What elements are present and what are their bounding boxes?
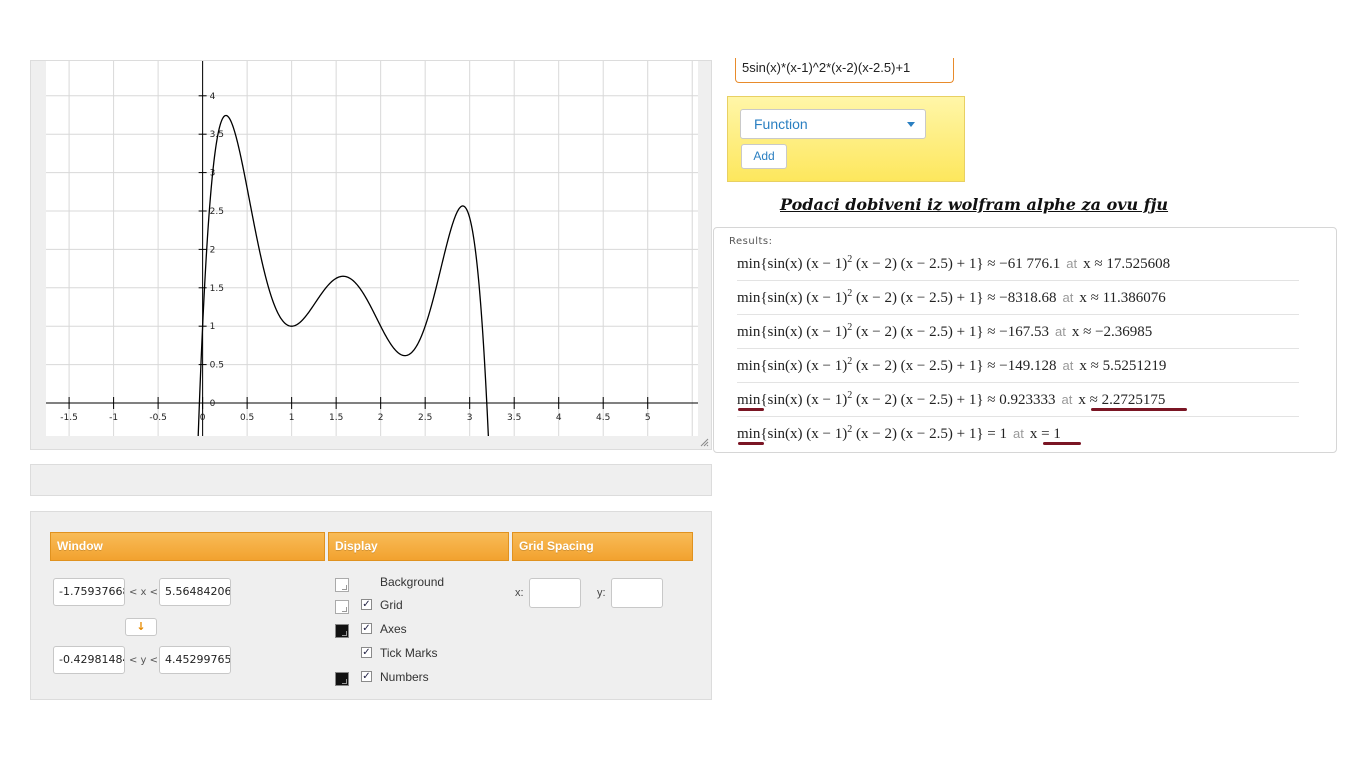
grid-color-swatch[interactable]	[335, 600, 349, 614]
result-value: (x − 2) (x − 2.5) + 1} ≈ −61 776.1	[852, 256, 1061, 272]
x-tick-label: -1.5	[60, 413, 78, 423]
numbers-checkbox[interactable]: ✓	[361, 671, 372, 682]
result-fn: min{sin(x) (x − 1)	[737, 290, 848, 306]
result-at: at	[1062, 358, 1074, 373]
x-tick-label: 2	[378, 413, 384, 423]
result-row: min{sin(x) (x − 1)2 (x − 2) (x − 2.5) + …	[737, 247, 1299, 281]
result-value: (x − 2) (x − 2.5) + 1} = 1	[852, 426, 1008, 442]
axes-color-swatch[interactable]	[335, 624, 349, 638]
background-color-swatch[interactable]	[335, 578, 349, 592]
result-fn: min{sin(x) (x − 1)	[737, 426, 848, 442]
function-type-select[interactable]: Function	[740, 109, 926, 139]
y-tick-label: 4	[210, 92, 216, 102]
resize-grip-icon[interactable]	[699, 437, 709, 447]
ymin-input[interactable]: -0.42981484	[53, 646, 125, 674]
x-tick-label: 0.5	[240, 413, 254, 423]
grid-spacing-section-header[interactable]: Grid Spacing	[512, 532, 693, 561]
result-at: at	[1066, 256, 1078, 271]
y-tick-label: 0.5	[210, 361, 224, 371]
y-tick-label: 0	[210, 399, 216, 409]
result-fn: min{sin(x) (x − 1)	[737, 256, 848, 272]
x-tick-label: 1	[289, 413, 295, 423]
y-tick-label: 2.5	[210, 207, 224, 217]
x-tick-label: 2.5	[418, 413, 432, 423]
annotation-underline	[738, 442, 764, 445]
x-tick-label: -0.5	[149, 413, 167, 423]
axes-checkbox[interactable]: ✓	[361, 623, 372, 634]
result-at: at	[1061, 392, 1073, 407]
result-x: x ≈ 5.5251219	[1079, 358, 1167, 374]
tick-marks-checkbox[interactable]: ✓	[361, 647, 372, 658]
result-at: at	[1055, 324, 1066, 339]
numbers-label: Numbers	[380, 670, 429, 684]
plot-background	[46, 61, 698, 436]
function-list-bar	[30, 464, 712, 496]
grid-checkbox[interactable]: ✓	[361, 599, 372, 610]
xmin-input[interactable]: -1.75937668	[53, 578, 125, 606]
annotation-underline	[1043, 442, 1081, 445]
x-range-label: < x <	[129, 587, 159, 598]
grid-y-label: y:	[597, 587, 606, 599]
graph-plot[interactable]: -1.5 -1 -0.5 0 0.5 1 1.5 2 2.5 3 3.5 4 4.5 5 0 0.5 1 1.5 2…	[46, 61, 698, 436]
add-button[interactable]: Add	[741, 144, 787, 169]
results-label: Results:	[729, 236, 773, 247]
expression-input[interactable]: 5sin(x)*(x-1)^2*(x-2)(x-2.5)+1	[735, 58, 954, 83]
grid-spacing-y-input[interactable]	[611, 578, 663, 608]
x-tick-label: 4	[556, 413, 562, 423]
window-section-header[interactable]: Window	[50, 532, 325, 561]
result-fn: min{sin(x) (x − 1)	[737, 392, 848, 408]
ymax-input[interactable]: 4.45299765	[159, 646, 231, 674]
x-tick-label: 4.5	[596, 413, 610, 423]
x-tick-label: 3	[467, 413, 473, 423]
x-tick-label: 1.5	[329, 413, 343, 423]
result-x: x = 1	[1029, 426, 1061, 442]
result-x: x ≈ 17.525608	[1083, 256, 1171, 272]
result-row: min{sin(x) (x − 1)2 (x − 2) (x − 2.5) + …	[737, 349, 1299, 383]
numbers-color-swatch[interactable]	[335, 672, 349, 686]
y-tick-label: 1	[210, 322, 216, 332]
function-type-value: Function	[754, 116, 808, 132]
x-tick-label: -1	[109, 413, 118, 423]
x-tick-label: 5	[645, 413, 651, 423]
y-tick-label: 2	[210, 245, 216, 255]
y-tick-label: 1.5	[210, 284, 224, 294]
result-row: min{sin(x) (x − 1)2 (x − 2) (x − 2.5) + …	[737, 315, 1299, 349]
result-value: (x − 2) (x − 2.5) + 1} ≈ −149.128	[852, 358, 1057, 374]
display-section-header[interactable]: Display	[328, 532, 509, 561]
grid-label: Grid	[380, 598, 403, 612]
caption-text: Podaci dobiveni iz wolfram alphe za ovu …	[780, 195, 1169, 214]
result-at: at	[1062, 290, 1074, 305]
graph-panel: -1.5 -1 -0.5 0 0.5 1 1.5 2 2.5 3 3.5 4 4.5 5 0 0.5 1 1.5 2…	[30, 60, 712, 450]
result-row: min{sin(x) (x − 1)2 (x − 2) (x − 2.5) + …	[737, 281, 1299, 315]
result-x: x ≈ 2.2725175	[1078, 392, 1166, 408]
x-tick-label: 3.5	[507, 413, 521, 423]
x-tick-label: 0	[200, 413, 206, 423]
chevron-down-icon	[907, 122, 915, 127]
results-panel: Results: min{sin(x) (x − 1)2 (x − 2) (x …	[713, 227, 1337, 453]
result-x: x ≈ 11.386076	[1079, 290, 1166, 306]
result-value: (x − 2) (x − 2.5) + 1} ≈ 0.923333	[852, 392, 1056, 408]
background-label: Background	[380, 575, 445, 589]
result-fn: min{sin(x) (x − 1)	[737, 358, 848, 374]
tick-marks-label: Tick Marks	[380, 646, 438, 660]
y-range-label: < y <	[129, 655, 159, 666]
result-row: min{sin(x) (x − 1)2 (x − 2) (x − 2.5) + …	[737, 417, 1299, 451]
result-at: at	[1013, 426, 1024, 441]
result-x: x ≈ −2.36985	[1071, 324, 1153, 340]
result-value: (x − 2) (x − 2.5) + 1} ≈ −8318.68	[852, 290, 1057, 306]
function-panel: Function Add	[727, 96, 965, 182]
result-row: min{sin(x) (x − 1)2 (x − 2) (x − 2.5) + …	[737, 383, 1299, 417]
result-fn: min{sin(x) (x − 1)	[737, 324, 848, 340]
settings-panel: Window Display Grid Spacing -1.75937668 …	[30, 511, 712, 700]
axes-label: Axes	[380, 622, 407, 636]
grid-x-label: x:	[515, 587, 524, 599]
result-value: (x − 2) (x − 2.5) + 1} ≈ −167.53	[852, 324, 1049, 340]
xmax-input[interactable]: 5.56484206	[159, 578, 231, 606]
annotation-underline	[738, 408, 764, 411]
grid-spacing-x-input[interactable]	[529, 578, 581, 608]
swap-range-button[interactable]: ↓	[125, 618, 157, 636]
annotation-underline	[1091, 408, 1187, 411]
